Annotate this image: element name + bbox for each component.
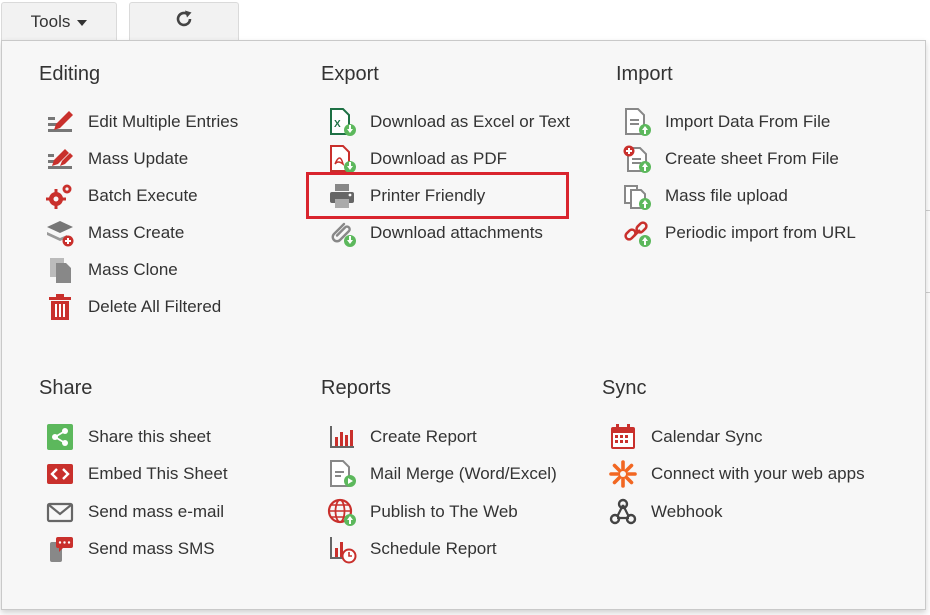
delete-all-filtered-item[interactable]: Delete All Filtered [45,292,221,322]
printer-icon [327,181,357,211]
globe-publish-icon [327,497,357,527]
svg-text:X: X [334,119,341,130]
item-label: Mail Merge (Word/Excel) [370,464,557,483]
mass-file-upload-item[interactable]: Mass file upload [622,181,788,211]
item-label: Mass Update [88,149,189,168]
section-title: Reports [321,377,392,399]
printer-friendly-item[interactable]: Printer Friendly [327,181,485,211]
sms-icon [45,534,75,564]
download-pdf-item[interactable]: Download as PDF [327,144,507,174]
item-label: Create sheet From File [665,149,839,168]
item-label: Printer Friendly [370,186,486,205]
layers-add-icon [45,218,75,248]
excel-download-icon: X [327,107,357,137]
item-label: Publish to The Web [370,502,518,521]
item-label: Mass Clone [88,260,178,279]
reports-section: Reports Create Report Mail Merge (Word/E… [321,375,591,575]
share-icon [45,422,75,452]
item-label: Connect with your web apps [651,464,865,483]
import-section: Import Import Data From File Create shee… [616,61,916,361]
pdf-download-icon [327,144,357,174]
item-label: Embed This Sheet [88,464,228,483]
section-title: Share [39,377,93,399]
item-label: Webhook [651,502,723,521]
item-label: Download as PDF [370,149,508,168]
item-label: Create Report [370,427,477,446]
batch-execute-item[interactable]: Batch Execute [45,181,198,211]
item-label: Send mass SMS [88,539,215,558]
edit-multiple-entries-item[interactable]: Edit Multiple Entries [45,107,238,137]
file-import-icon [622,107,652,137]
section-title: Editing [39,63,101,85]
trash-icon [45,292,75,322]
editing-section: Editing Edit Multiple Entries Mass Updat… [39,61,299,361]
mail-merge-item[interactable]: Mail Merge (Word/Excel) [327,459,557,489]
tools-label: Tools [30,11,71,31]
mass-update-icon [45,144,75,174]
download-attachments-item[interactable]: Download attachments [327,218,543,248]
files-upload-icon [622,181,652,211]
share-section: Share Share this sheet Embed This Sheet … [39,375,299,575]
schedule-report-icon [327,534,357,564]
mass-update-item[interactable]: Mass Update [45,144,188,174]
bar-chart-icon [327,422,357,452]
send-mass-sms-item[interactable]: Send mass SMS [45,534,215,564]
webhook-icon [608,497,638,527]
item-label: Mass file upload [665,186,788,205]
sync-section: Sync Calendar Sync Connect with your web… [602,375,912,575]
edit-multiple-icon [45,107,75,137]
section-title: Import [616,63,673,85]
item-label: Periodic import from URL [665,223,856,242]
import-data-from-file-item[interactable]: Import Data From File [622,107,830,137]
send-mass-email-item[interactable]: Send mass e-mail [45,497,224,527]
item-label: Delete All Filtered [88,297,222,316]
item-label: Download attachments [370,223,543,242]
item-label: Mass Create [88,223,185,242]
item-label: Batch Execute [88,186,198,205]
item-label: Import Data From File [665,112,831,131]
mass-clone-item[interactable]: Mass Clone [45,255,178,285]
caret-down-icon [77,19,88,26]
tools-menu-panel: Editing Edit Multiple Entries Mass Updat… [1,40,926,610]
zapier-asterisk-icon [608,459,638,489]
item-label: Share this sheet [88,427,211,446]
create-sheet-icon [622,144,652,174]
calendar-sync-item[interactable]: Calendar Sync [608,422,763,452]
embed-this-sheet-item[interactable]: Embed This Sheet [45,459,228,489]
item-label: Calendar Sync [651,427,763,446]
attachment-download-icon [327,218,357,248]
create-sheet-from-file-item[interactable]: Create sheet From File [622,144,839,174]
embed-code-icon [45,459,75,489]
webhook-item[interactable]: Webhook [608,497,723,527]
download-excel-item[interactable]: X Download as Excel or Text [327,107,570,137]
periodic-import-from-url-item[interactable]: Periodic import from URL [622,218,856,248]
share-this-sheet-item[interactable]: Share this sheet [45,422,211,452]
refresh-button[interactable] [129,2,239,40]
tools-dropdown-button[interactable]: Tools [1,2,117,40]
item-label: Schedule Report [370,539,497,558]
publish-to-the-web-item[interactable]: Publish to The Web [327,497,518,527]
item-label: Download as Excel or Text [370,112,571,131]
refresh-icon [173,8,195,35]
calendar-icon [608,422,638,452]
mass-create-item[interactable]: Mass Create [45,218,184,248]
export-section: Export X Download as Excel or Text Downl… [321,61,601,361]
envelope-icon [45,497,75,527]
mail-merge-icon [327,459,357,489]
link-import-icon [622,218,652,248]
create-report-item[interactable]: Create Report [327,422,477,452]
schedule-report-item[interactable]: Schedule Report [327,534,497,564]
section-title: Sync [602,377,647,399]
item-label: Edit Multiple Entries [88,112,239,131]
gears-icon [45,181,75,211]
section-title: Export [321,63,379,85]
copy-icon [45,255,75,285]
connect-web-apps-item[interactable]: Connect with your web apps [608,459,865,489]
item-label: Send mass e-mail [88,502,225,521]
